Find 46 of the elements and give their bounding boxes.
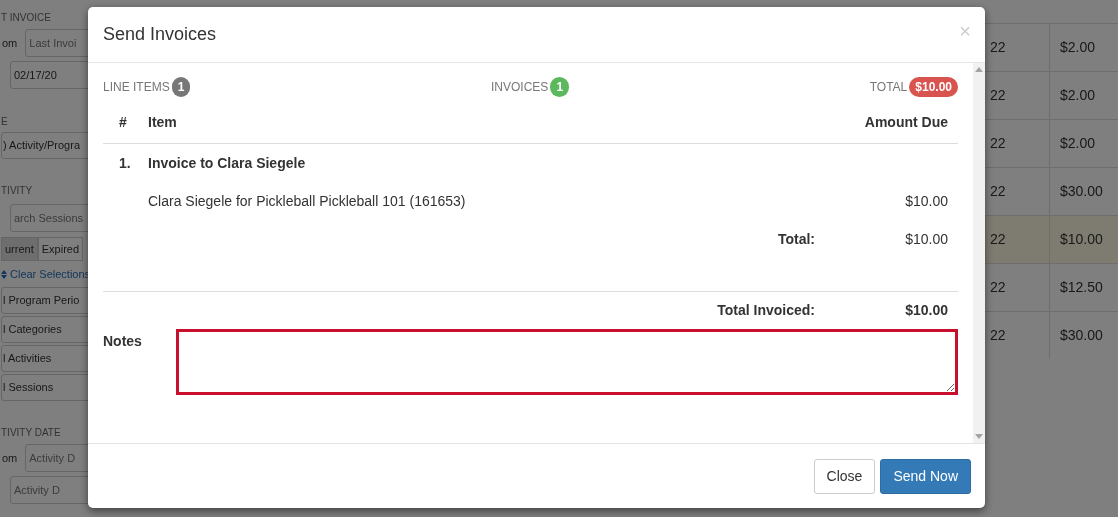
table-cell-text: 22 <box>990 38 1006 57</box>
scrollbar[interactable] <box>973 63 985 443</box>
section-heading: TIVITY DATE <box>1 426 62 440</box>
column-header: # <box>119 114 127 130</box>
table-cell-text: $2.00 <box>1059 38 1096 57</box>
summary-label: INVOICES <box>491 79 549 96</box>
table-cell-text: $10.00 <box>1059 230 1103 249</box>
send-now-button[interactable]: Send Now <box>880 458 971 494</box>
notes-field[interactable] <box>176 329 958 395</box>
section-heading: E <box>1 115 9 129</box>
scroll-down-icon[interactable] <box>975 434 983 439</box>
scroll-up-icon[interactable] <box>975 67 983 72</box>
table-cell-text: $30.00 <box>1059 182 1103 201</box>
clear-selections-link[interactable]: Clear Selections <box>10 265 91 283</box>
table-cell-text: $2.00 <box>1059 86 1096 105</box>
table-cell-text: $12.50 <box>1059 278 1103 297</box>
count-badge: $10.00 <box>909 77 958 97</box>
table-cell-text: $30.00 <box>1059 326 1103 345</box>
column-header: Item <box>148 114 177 130</box>
summary-label: TOTAL <box>869 79 908 96</box>
table-cell-text: 22 <box>990 134 1006 153</box>
invoice-title: Invoice to Clara Siegele <box>148 153 307 173</box>
table-cell-text: 22 <box>990 182 1006 201</box>
toggle-option[interactable]: Expired <box>37 237 84 261</box>
table-cell-text: 22 <box>990 278 1006 297</box>
toggle-option[interactable]: urrent <box>1 237 38 261</box>
total-invoiced-amount: $10.00 <box>905 302 948 318</box>
total-invoiced-label: Total Invoiced: <box>717 301 815 320</box>
section-heading: TIVITY <box>1 184 34 198</box>
table-cell-text: 22 <box>990 326 1006 345</box>
field-label: om <box>1 36 18 51</box>
field-label: om <box>1 451 18 466</box>
line-item: Clara Siegele for Pickleball Pickleball 101 (161653) <box>148 192 466 209</box>
table-cell-text: 22 <box>990 230 1006 249</box>
total-amount: $10.00 <box>905 230 948 247</box>
amount-cell-text: $10.00 <box>905 191 948 211</box>
count-badge: 1 <box>171 77 191 97</box>
table-cell-text: 22 <box>990 86 1006 105</box>
total-label: Total: <box>777 229 815 249</box>
table-cell-text: $2.00 <box>1059 134 1096 153</box>
section-heading: T INVOICE <box>1 11 52 25</box>
close-button[interactable]: Close <box>813 458 876 494</box>
sort-icon <box>1 269 7 279</box>
column-header: Amount Due <box>864 114 948 130</box>
count-badge: 1 <box>550 77 570 97</box>
row-number: 1. <box>119 154 131 171</box>
